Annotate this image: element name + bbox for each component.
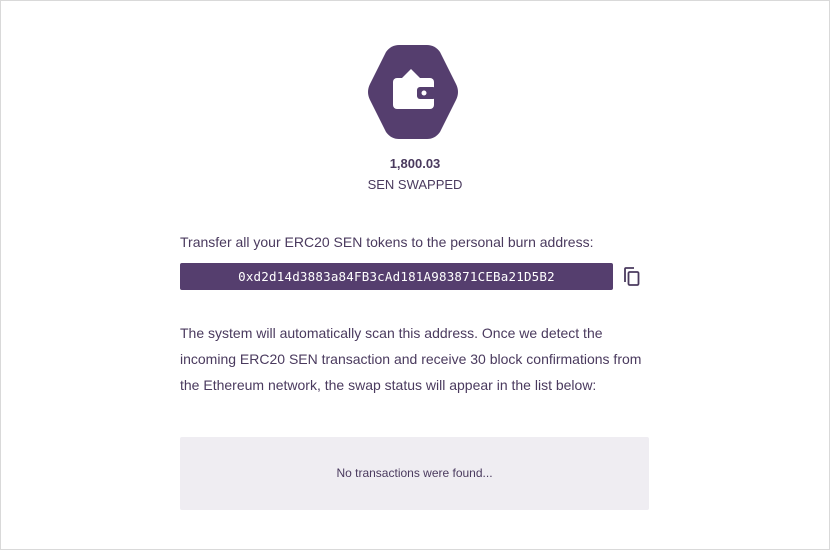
swapped-amount-label: SEN SWAPPED	[367, 177, 463, 192]
scan-description-line: incoming ERC20 SEN transaction and recei…	[180, 351, 642, 367]
scan-description-line: The system will automatically scan this …	[180, 325, 603, 341]
wallet-icon	[368, 45, 458, 139]
transactions-list: No transactions were found...	[180, 437, 649, 510]
wallet-badge	[365, 43, 461, 141]
copy-icon	[624, 267, 640, 286]
burn-address[interactable]: 0xd2d14d3883a84FB3cAd181A983871CEBa21D5B…	[180, 263, 613, 290]
swapped-amount: 1,800.03	[389, 156, 441, 171]
burn-instruction: Transfer all your ERC20 SEN tokens to th…	[180, 234, 594, 250]
scan-description: The system will automatically scan this …	[180, 320, 660, 398]
scan-description-line: the Ethereum network, the swap status wi…	[180, 377, 597, 393]
empty-transactions-message: No transactions were found...	[336, 466, 493, 480]
copy-address-button[interactable]	[622, 266, 642, 288]
